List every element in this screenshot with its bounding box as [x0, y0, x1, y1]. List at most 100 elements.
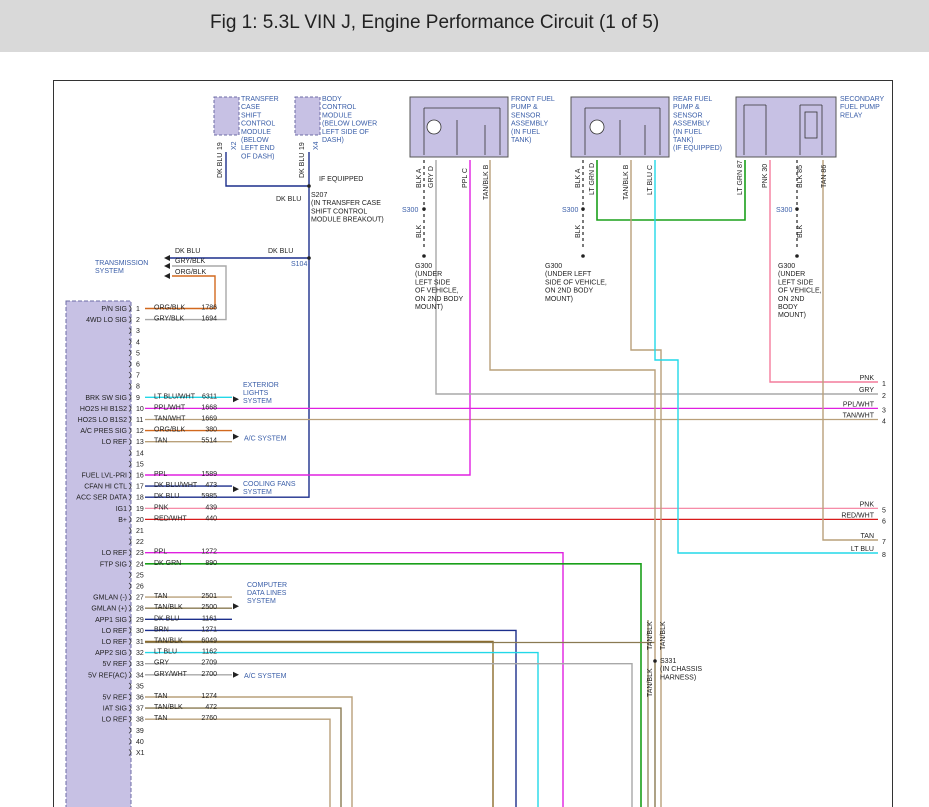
s331-label-line-1: (IN CHASSIS: [660, 666, 702, 673]
pin-circuit-11: 1669: [201, 416, 217, 423]
fp-b-vlabel: TAN/BLK B: [483, 164, 490, 200]
computer-data-label-line-1: DATA LINES: [247, 590, 287, 597]
right-wire-4: PNK: [860, 501, 875, 508]
pin-circuit-23: 1272: [201, 549, 217, 556]
pin-number-19: 19: [136, 506, 144, 513]
pin-circuit-37: 472: [205, 704, 217, 711]
right-wire-3: TAN/WHT: [843, 413, 875, 420]
bcm-conn-vlabel: X4: [313, 141, 320, 150]
g300-label-3-line-3: OF VEHICLE,: [778, 288, 822, 295]
exterior-lights-label-line-1: LIGHTS: [243, 390, 269, 397]
arrow-ac-system: [233, 433, 239, 440]
pin-circuit-32: 1162: [202, 649, 217, 656]
s207-label-line-2: SHIFT CONTROL: [311, 208, 367, 215]
rl-30-vlabel: PNK 30: [762, 164, 769, 188]
pin-wire-17: DK BLU/WHT: [154, 482, 198, 489]
wire-front-tan-blk: [489, 160, 656, 660]
pin-number-40: 40: [136, 739, 144, 746]
front-pump-label-line-1: PUMP &: [511, 104, 538, 111]
transfer-case-label-line-0: TRANSFER: [241, 96, 279, 103]
pin-number-5: 5: [136, 350, 140, 357]
pin-number-17: 17: [136, 484, 144, 491]
pin-circuit-17: 473: [205, 482, 217, 489]
ac-system-label: A/C SYSTEM: [244, 436, 287, 443]
rear-pump-label-line-1: PUMP &: [673, 104, 700, 111]
wire-ppl-pin23: [145, 552, 564, 807]
g300-label-3-line-6: MOUNT): [778, 312, 806, 319]
wire-tan-blk-pin37: [145, 707, 342, 807]
pin-label-18: ACC SER DATA: [76, 495, 127, 502]
pin-number-33: 33: [136, 661, 144, 668]
g300-label-2-line-3: ON 2ND BODY: [545, 288, 594, 295]
pin-number-39: 39: [136, 728, 144, 735]
right-wire-6: TAN: [861, 533, 874, 540]
right-num-2: 3: [882, 407, 886, 414]
pin-wire-32: LT BLU: [154, 649, 177, 656]
transfer-case-module-box: [213, 96, 240, 136]
cooling-fans-label-line-1: SYSTEM: [243, 489, 272, 496]
arrow-cooling-fans: [233, 486, 239, 493]
pin-number-10: 10: [136, 406, 144, 413]
pin-number-38: 38: [136, 717, 144, 724]
splice-s207: [307, 184, 311, 188]
transmission-label-line-1: SYSTEM: [95, 268, 124, 275]
pin-number-16: 16: [136, 473, 144, 480]
pin-number-26: 26: [136, 584, 144, 591]
pin-circuit-33: 2709: [201, 660, 217, 667]
front-pump-label-line-3: ASSEMBLY: [511, 121, 549, 128]
s300-label-3: S300: [776, 207, 792, 214]
pin-label-10: HO2S HI B1S2: [80, 406, 127, 413]
pin-number-2: 2: [136, 317, 140, 324]
computer-data-label-line-2: SYSTEM: [247, 598, 276, 605]
pin-number-31: 31: [136, 639, 144, 646]
right-num-3: 4: [882, 419, 886, 426]
pin-wire-13: TAN: [154, 438, 167, 445]
pin-number-6: 6: [136, 362, 140, 369]
tanblk-vlabel-3: TAN/BLK: [647, 668, 654, 697]
if-equipped-label: IF EQUIPPED: [319, 176, 363, 183]
s300-label-2: S300: [562, 207, 578, 214]
g300-label-2-line-0: G300: [545, 263, 562, 270]
pin-circuit-2: 1694: [201, 316, 217, 323]
wire-gry-pin33: [145, 663, 633, 807]
right-num-6: 7: [882, 539, 886, 546]
wires-layer: [145, 152, 878, 807]
pin-circuit-30: 1271: [201, 626, 217, 633]
wire-rear-lt-blu: [654, 160, 878, 554]
rl-87-vlabel: LT GRN 87: [737, 160, 744, 195]
pin-wire-38: TAN: [154, 715, 167, 722]
rp-b-vlabel: TAN/BLK B: [623, 164, 630, 200]
right-num-0: 1: [882, 381, 886, 388]
g300-label-1-line-1: (UNDER: [415, 271, 442, 278]
right-num-4: 5: [882, 507, 886, 514]
splice-s331: [653, 659, 657, 663]
rear-pump-label-line-2: SENSOR: [673, 112, 703, 119]
pin-label-1: P/N SIG: [101, 306, 127, 313]
body-control-label-line-3: (BELOW LOWER: [322, 121, 377, 128]
pin-wire-31: TAN/BLK: [154, 638, 183, 645]
pin-number-24: 24: [136, 561, 144, 568]
arrow-trans-dk-blu: [164, 255, 170, 261]
fp-a-vlabel: BLK A: [416, 168, 423, 188]
right-wire-7: LT BLU: [851, 546, 874, 553]
pin-circuit-34: 2700: [201, 671, 217, 678]
pin-number-35: 35: [136, 683, 144, 690]
g300-label-3-line-5: BODY: [778, 304, 798, 311]
wire-rear-lt-grn: [596, 160, 746, 221]
pin-circuit-12: 380: [205, 427, 217, 434]
pin-number-4: 4: [136, 339, 140, 346]
pin-number-9: 9: [136, 395, 140, 402]
right-num-5: 6: [882, 518, 886, 525]
pin-wire-28: TAN/BLK: [154, 604, 183, 611]
pin-number-7: 7: [136, 373, 140, 380]
right-wire-0: PNK: [860, 375, 875, 382]
trans-wire-dk-blu-right: DK BLU: [268, 248, 293, 255]
transfer-case-label-line-7: OF DASH): [241, 153, 274, 160]
pin-circuit-36: 1274: [201, 693, 217, 700]
pin-number-8: 8: [136, 384, 140, 391]
pin-circuit-29: 1161: [202, 615, 217, 622]
right-wire-5: RED/WHT: [841, 512, 874, 519]
dkblu-splice-label: DK BLU: [276, 196, 301, 203]
pin-wire-2: GRY/BLK: [154, 316, 185, 323]
pin-label-20: B+: [118, 517, 127, 524]
